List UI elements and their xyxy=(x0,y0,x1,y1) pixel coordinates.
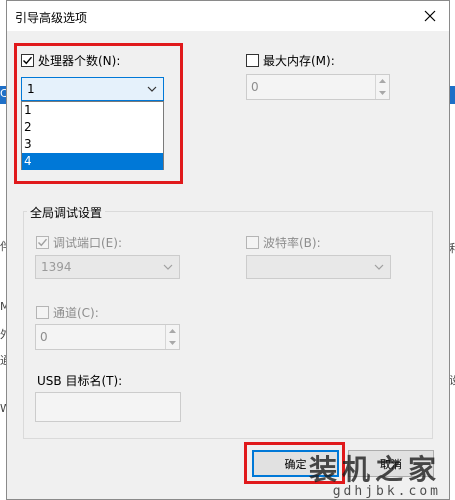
max-memory-spinbox[interactable]: 0 xyxy=(246,74,390,100)
baud-rate-checkbox[interactable]: 波特率(B): xyxy=(246,234,321,251)
processors-option-2[interactable]: 2 xyxy=(22,119,163,136)
processors-combo[interactable]: 1 xyxy=(21,77,164,101)
processors-option-1[interactable]: 1 xyxy=(22,102,163,119)
checkmark-icon xyxy=(23,56,33,65)
debug-port-value: 1394 xyxy=(41,260,72,274)
caret-down-icon xyxy=(379,91,386,95)
checkbox-box[interactable] xyxy=(36,306,49,319)
debug-port-combo[interactable]: 1394 xyxy=(35,255,180,279)
dialog-title: 引导高级选项 xyxy=(15,11,88,25)
cancel-button[interactable]: 取消 xyxy=(348,450,434,477)
spin-up-button[interactable] xyxy=(376,75,389,87)
checkbox-box[interactable] xyxy=(246,54,259,67)
checkmark-icon xyxy=(38,238,48,247)
debug-settings-title: 全局调试设置 xyxy=(27,204,106,221)
cancel-button-label: 取消 xyxy=(380,457,402,471)
max-memory-label: 最大内存(M): xyxy=(263,54,335,68)
ok-button[interactable]: 确定 xyxy=(252,450,339,477)
title-bar: 引导高级选项 xyxy=(7,1,449,31)
max-memory-checkbox[interactable]: 最大内存(M): xyxy=(246,52,335,69)
caret-up-icon xyxy=(379,79,386,83)
caret-up-icon xyxy=(169,329,176,333)
spin-buttons xyxy=(165,325,179,349)
processors-option-3[interactable]: 3 xyxy=(22,136,163,153)
chevron-down-icon xyxy=(147,86,157,92)
spin-up-button[interactable] xyxy=(166,325,179,337)
processors-label: 处理器个数(N): xyxy=(38,54,121,68)
close-icon xyxy=(424,10,436,22)
max-memory-value: 0 xyxy=(251,80,259,94)
baud-rate-label: 波特率(B): xyxy=(263,236,321,250)
spin-down-button[interactable] xyxy=(376,87,389,99)
usb-target-label: USB 目标名(T): xyxy=(37,374,123,388)
processors-checkbox[interactable]: 处理器个数(N): xyxy=(21,52,120,69)
debug-port-checkbox[interactable]: 调试端口(E): xyxy=(36,234,122,251)
processors-dropdown-list[interactable]: 1 2 3 4 xyxy=(21,101,164,170)
processors-selected-value: 1 xyxy=(27,82,35,96)
processors-option-4[interactable]: 4 xyxy=(22,153,163,170)
channel-label: 通道(C): xyxy=(53,306,99,320)
spin-down-button[interactable] xyxy=(166,337,179,349)
ok-button-label: 确定 xyxy=(284,457,307,471)
checkbox-box[interactable] xyxy=(21,54,34,67)
usb-target-input[interactable] xyxy=(35,392,181,422)
close-button[interactable] xyxy=(417,5,443,27)
checkbox-box[interactable] xyxy=(36,236,49,249)
debug-port-label: 调试端口(E): xyxy=(53,236,122,250)
baud-rate-combo[interactable] xyxy=(246,255,391,279)
chevron-down-icon xyxy=(374,264,384,270)
channel-checkbox[interactable]: 通道(C): xyxy=(36,304,99,321)
spin-buttons xyxy=(375,75,389,99)
chevron-down-icon xyxy=(163,264,173,270)
checkbox-box[interactable] xyxy=(246,236,259,249)
caret-down-icon xyxy=(169,341,176,345)
channel-spinbox[interactable]: 0 xyxy=(35,324,180,350)
channel-value: 0 xyxy=(40,330,48,344)
